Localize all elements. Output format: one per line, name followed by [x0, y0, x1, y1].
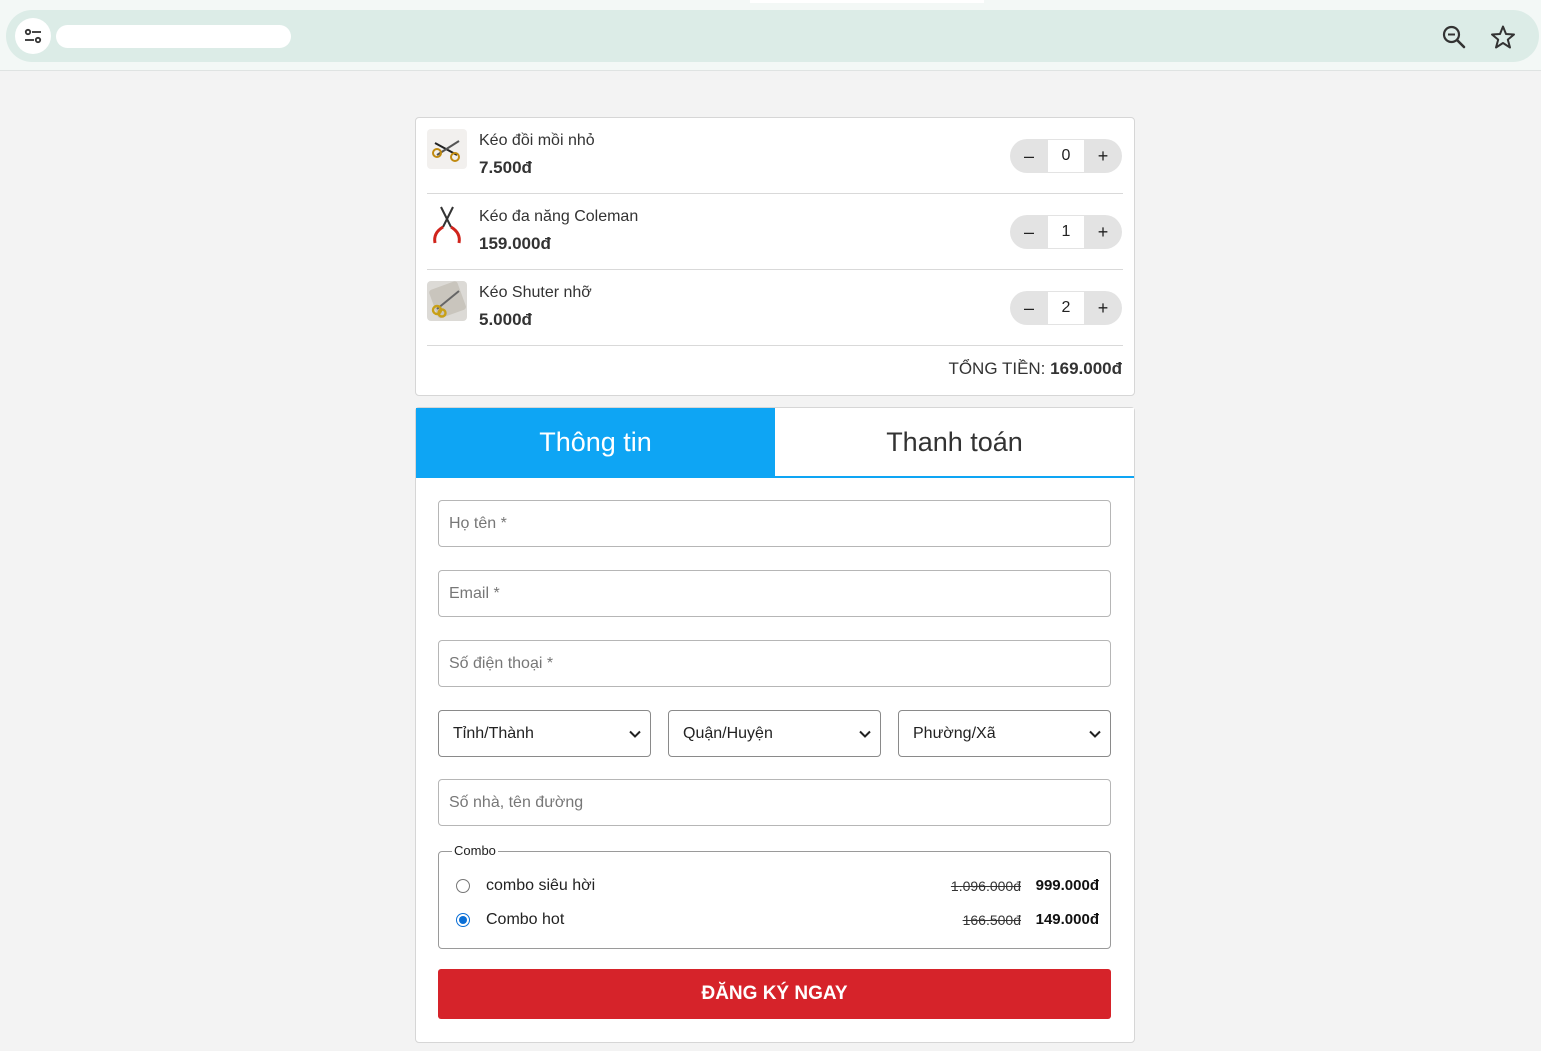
province-value: Tỉnh/Thành — [453, 725, 534, 742]
tab-bar: Thông tin Thanh toán — [416, 408, 1134, 478]
url-field[interactable] — [56, 25, 291, 48]
product-thumbnail — [427, 281, 467, 321]
total-label: TỔNG TIỀN: — [948, 359, 1046, 378]
email-input[interactable] — [439, 571, 1110, 616]
combo-fieldset: Combo combo siêu hời 1.096.000đ 999.000đ… — [438, 843, 1111, 949]
increase-button[interactable]: + — [1084, 139, 1122, 173]
active-tab-indicator — [750, 0, 984, 3]
combo-old-price: 1.096.000đ — [950, 878, 1021, 894]
browser-toolbar — [0, 0, 1541, 71]
decrease-button[interactable]: – — [1010, 215, 1048, 249]
checkout-panel: Thông tin Thanh toán Tỉnh/Thành Quận/Huy… — [415, 407, 1135, 1043]
site-info-button[interactable] — [15, 18, 51, 54]
tab-info[interactable]: Thông tin — [416, 408, 775, 476]
ward-value: Phường/Xã — [913, 725, 996, 742]
scissors-image — [433, 206, 461, 244]
quantity-value[interactable]: 1 — [1048, 216, 1084, 248]
full-name-input[interactable] — [439, 501, 1110, 546]
quantity-stepper: – 0 + — [1010, 139, 1122, 173]
zoom-button[interactable] — [1439, 22, 1469, 52]
product-thumbnail — [427, 129, 467, 169]
province-select[interactable]: Tỉnh/Thành — [438, 710, 651, 757]
combo-option[interactable]: combo siêu hời 1.096.000đ 999.000đ — [439, 875, 1110, 899]
address-field — [438, 779, 1111, 826]
chevron-down-icon — [859, 730, 871, 738]
cart-item: Kéo Shuter nhỡ 5.000đ – 2 + — [427, 270, 1123, 346]
product-price: 159.000đ — [479, 234, 551, 253]
quantity-stepper: – 1 + — [1010, 215, 1122, 249]
tab-payment[interactable]: Thanh toán — [775, 408, 1134, 476]
scissors-image — [432, 140, 460, 162]
product-name: Kéo đồi mồi nhỏ — [479, 132, 595, 149]
zoom-out-icon — [1442, 25, 1466, 49]
address-bar[interactable] — [6, 10, 1539, 62]
scissors-image — [429, 281, 466, 319]
product-name: Kéo Shuter nhỡ — [479, 284, 592, 301]
increase-button[interactable]: + — [1084, 291, 1122, 325]
full-name-field — [438, 500, 1111, 547]
decrease-button[interactable]: – — [1010, 291, 1048, 325]
district-select[interactable]: Quận/Huyện — [668, 710, 881, 757]
combo-label: Combo hot — [486, 911, 565, 928]
register-button[interactable]: ĐĂNG KÝ NGAY — [438, 969, 1111, 1019]
product-price: 5.000đ — [479, 310, 532, 329]
decrease-button[interactable]: – — [1010, 139, 1048, 173]
quantity-value[interactable]: 0 — [1048, 140, 1084, 172]
chevron-down-icon — [629, 730, 641, 738]
chevron-down-icon — [1089, 730, 1101, 738]
product-name: Kéo đa năng Coleman — [479, 208, 639, 225]
cart-panel: Kéo đồi mồi nhỏ 7.500đ – 0 + Kéo đa năng… — [415, 117, 1135, 396]
tune-icon — [24, 28, 42, 44]
increase-button[interactable]: + — [1084, 215, 1122, 249]
address-input[interactable] — [439, 780, 1110, 825]
combo-legend: Combo — [452, 843, 498, 858]
district-value: Quận/Huyện — [683, 725, 773, 742]
email-field — [438, 570, 1111, 617]
product-price: 7.500đ — [479, 158, 532, 177]
combo-new-price: 999.000đ — [1035, 877, 1099, 894]
bookmark-button[interactable] — [1488, 22, 1518, 52]
quantity-value[interactable]: 2 — [1048, 292, 1084, 324]
combo-label: combo siêu hời — [486, 877, 596, 894]
combo-radio[interactable] — [456, 913, 470, 927]
combo-option[interactable]: Combo hot 166.500đ 149.000đ — [439, 909, 1110, 933]
combo-radio[interactable] — [456, 879, 470, 893]
phone-input[interactable] — [439, 641, 1110, 686]
product-thumbnail — [427, 205, 467, 245]
phone-field — [438, 640, 1111, 687]
combo-new-price: 149.000đ — [1035, 911, 1099, 928]
total-value: 169.000đ — [1050, 359, 1122, 378]
star-icon — [1491, 25, 1515, 49]
combo-old-price: 166.500đ — [962, 912, 1021, 928]
cart-item: Kéo đa năng Coleman 159.000đ – 1 + — [427, 194, 1123, 270]
cart-item: Kéo đồi mồi nhỏ 7.500đ – 0 + — [427, 118, 1123, 194]
cart-total: TỔNG TIỀN: 169.000đ — [948, 359, 1122, 379]
ward-select[interactable]: Phường/Xã — [898, 710, 1111, 757]
quantity-stepper: – 2 + — [1010, 291, 1122, 325]
